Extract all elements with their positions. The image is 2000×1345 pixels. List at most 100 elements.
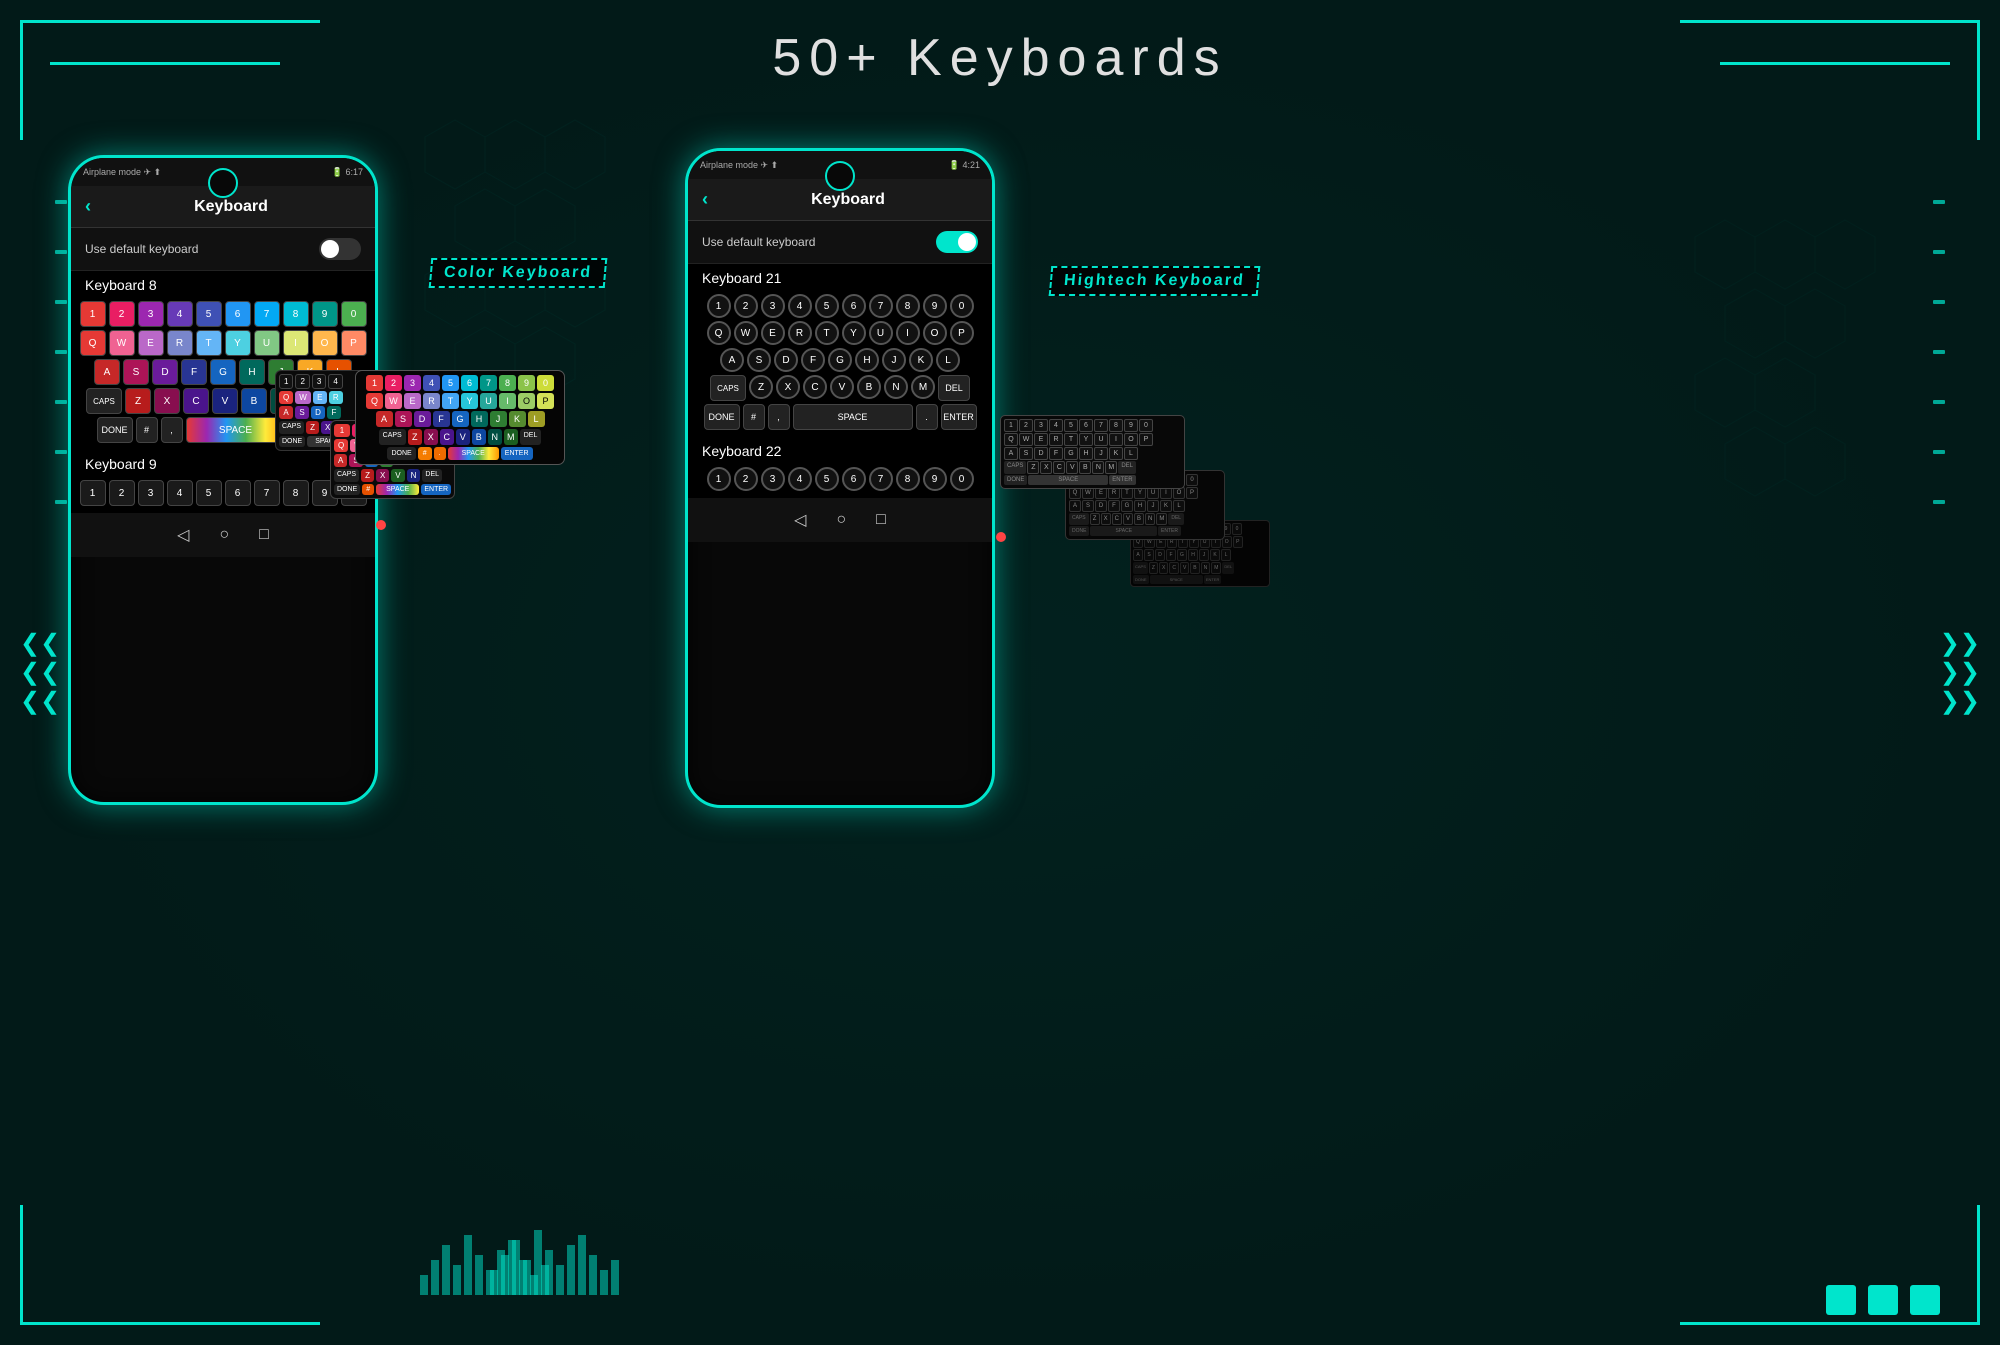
kb-comma[interactable]: , — [161, 417, 183, 443]
kb21-a[interactable]: A — [720, 348, 744, 372]
kb-s[interactable]: S — [123, 359, 149, 385]
kb21-v[interactable]: V — [830, 375, 854, 399]
kb21-comma[interactable]: , — [768, 404, 790, 430]
kb-a[interactable]: A — [94, 359, 120, 385]
kb22-8[interactable]: 8 — [896, 467, 920, 491]
kb21-0[interactable]: 0 — [950, 294, 974, 318]
kb-z[interactable]: Z — [125, 388, 151, 414]
kb21-dot[interactable]: . — [916, 404, 938, 430]
kb21-x[interactable]: X — [776, 375, 800, 399]
kb22-5[interactable]: 5 — [815, 467, 839, 491]
kb21-f[interactable]: F — [801, 348, 825, 372]
kb-e[interactable]: E — [138, 330, 164, 356]
kb9-1[interactable]: 1 — [80, 480, 106, 506]
kb21-8[interactable]: 8 — [896, 294, 920, 318]
nav-back-right[interactable]: ◁ — [794, 510, 806, 530]
kb21-o[interactable]: O — [923, 321, 947, 345]
kb21-9[interactable]: 9 — [923, 294, 947, 318]
kb21-p[interactable]: P — [950, 321, 974, 345]
kb-i[interactable]: I — [283, 330, 309, 356]
kb21-m[interactable]: M — [911, 375, 935, 399]
kb9-4[interactable]: 4 — [167, 480, 193, 506]
kb21-q[interactable]: Q — [707, 321, 731, 345]
kb-q[interactable]: Q — [80, 330, 106, 356]
nav-recent-left[interactable]: □ — [259, 526, 269, 544]
kb21-1[interactable]: 1 — [707, 294, 731, 318]
kb21-hash[interactable]: # — [743, 404, 765, 430]
kb-f[interactable]: F — [181, 359, 207, 385]
kb-t[interactable]: T — [196, 330, 222, 356]
kb-x[interactable]: X — [154, 388, 180, 414]
kb21-z[interactable]: Z — [749, 375, 773, 399]
kb21-r[interactable]: R — [788, 321, 812, 345]
kb21-j[interactable]: J — [882, 348, 906, 372]
kb-y[interactable]: Y — [225, 330, 251, 356]
kb9-5[interactable]: 5 — [196, 480, 222, 506]
kb21-w[interactable]: W — [734, 321, 758, 345]
kb9-2[interactable]: 2 — [109, 480, 135, 506]
kb22-9[interactable]: 9 — [923, 467, 947, 491]
kb22-4[interactable]: 4 — [788, 467, 812, 491]
kb-hash[interactable]: # — [136, 417, 158, 443]
kb21-caps[interactable]: CAPS — [710, 375, 746, 401]
toggle-switch-right[interactable] — [936, 231, 978, 253]
kb21-done[interactable]: DONE — [704, 404, 740, 430]
kb21-3[interactable]: 3 — [761, 294, 785, 318]
kb21-b[interactable]: B — [857, 375, 881, 399]
kb22-6[interactable]: 6 — [842, 467, 866, 491]
kb21-c[interactable]: C — [803, 375, 827, 399]
kb9-3[interactable]: 3 — [138, 480, 164, 506]
nav-home-right[interactable]: ○ — [836, 511, 846, 529]
kb-key-8[interactable]: 8 — [283, 301, 309, 327]
kb-done[interactable]: DONE — [97, 417, 133, 443]
toggle-switch-left[interactable] — [319, 238, 361, 260]
kb9-8[interactable]: 8 — [283, 480, 309, 506]
kb21-g[interactable]: G — [828, 348, 852, 372]
kb-b[interactable]: B — [241, 388, 267, 414]
kb-h[interactable]: H — [239, 359, 265, 385]
kb-u[interactable]: U — [254, 330, 280, 356]
kb21-del[interactable]: DEL — [938, 375, 970, 401]
kb22-3[interactable]: 3 — [761, 467, 785, 491]
kb-space[interactable]: SPACE — [186, 417, 286, 443]
kb-c[interactable]: C — [183, 388, 209, 414]
kb21-k[interactable]: K — [909, 348, 933, 372]
nav-home-left[interactable]: ○ — [219, 526, 229, 544]
kb21-5[interactable]: 5 — [815, 294, 839, 318]
kb-key-5[interactable]: 5 — [196, 301, 222, 327]
kb21-d[interactable]: D — [774, 348, 798, 372]
kb-r[interactable]: R — [167, 330, 193, 356]
kb-w[interactable]: W — [109, 330, 135, 356]
kb-v[interactable]: V — [212, 388, 238, 414]
kb21-6[interactable]: 6 — [842, 294, 866, 318]
kb21-h[interactable]: H — [855, 348, 879, 372]
kb21-l[interactable]: L — [936, 348, 960, 372]
kb21-2[interactable]: 2 — [734, 294, 758, 318]
kb-key-1[interactable]: 1 — [80, 301, 106, 327]
kb21-enter[interactable]: ENTER — [941, 404, 977, 430]
kb-key-9[interactable]: 9 — [312, 301, 338, 327]
kb22-7[interactable]: 7 — [869, 467, 893, 491]
kb21-space[interactable]: SPACE — [793, 404, 913, 430]
kb-caps[interactable]: CAPS — [86, 388, 122, 414]
kb21-n[interactable]: N — [884, 375, 908, 399]
kb-key-7[interactable]: 7 — [254, 301, 280, 327]
dot-2[interactable] — [1868, 1285, 1898, 1315]
kb21-7[interactable]: 7 — [869, 294, 893, 318]
kb-g[interactable]: G — [210, 359, 236, 385]
kb-key-3[interactable]: 3 — [138, 301, 164, 327]
kb-key-4[interactable]: 4 — [167, 301, 193, 327]
back-button-right[interactable]: ‹ — [702, 189, 708, 210]
kb-o[interactable]: O — [312, 330, 338, 356]
kb-p[interactable]: P — [341, 330, 367, 356]
nav-recent-right[interactable]: □ — [876, 511, 886, 529]
kb21-e[interactable]: E — [761, 321, 785, 345]
kb-key-6[interactable]: 6 — [225, 301, 251, 327]
kb9-7[interactable]: 7 — [254, 480, 280, 506]
nav-back-left[interactable]: ◁ — [177, 525, 189, 545]
kb22-0[interactable]: 0 — [950, 467, 974, 491]
kb21-y[interactable]: Y — [842, 321, 866, 345]
dot-1[interactable] — [1826, 1285, 1856, 1315]
kb21-t[interactable]: T — [815, 321, 839, 345]
kb-d[interactable]: D — [152, 359, 178, 385]
